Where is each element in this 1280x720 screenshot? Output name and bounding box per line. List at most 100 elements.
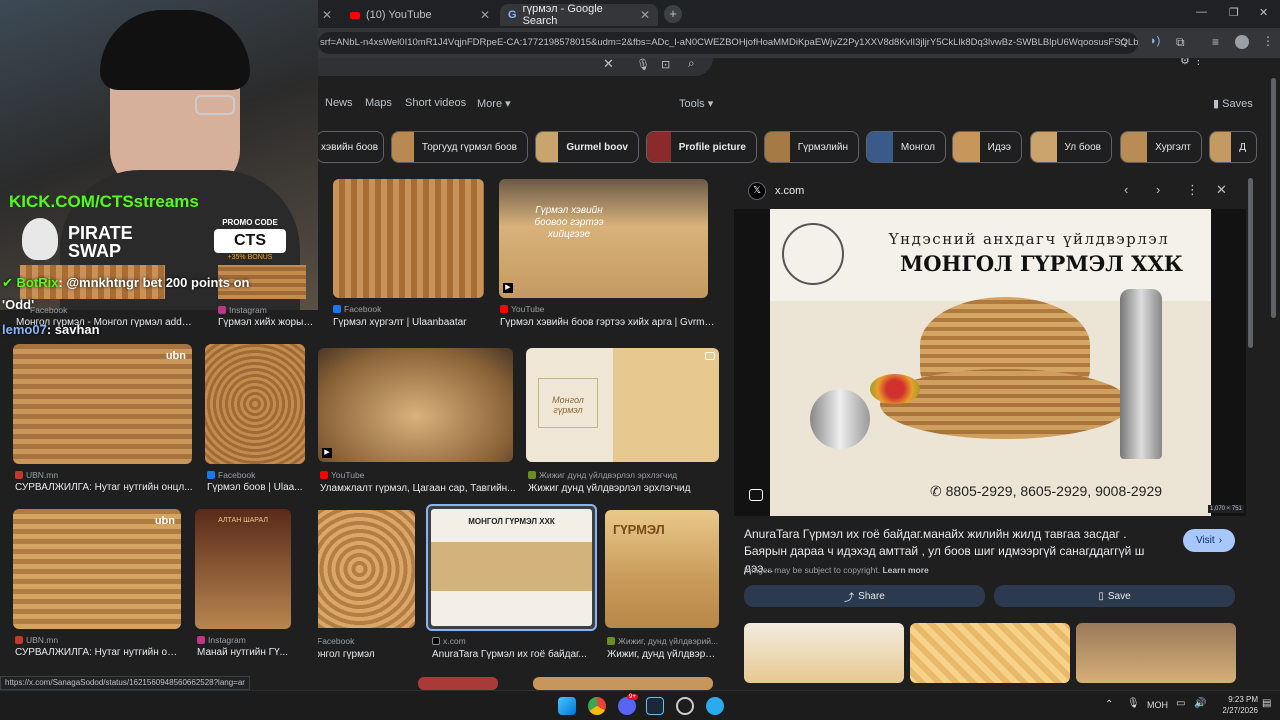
result-image-11[interactable] <box>318 510 415 628</box>
result-source: x.com <box>432 636 466 646</box>
search-icon[interactable]: ⌕ <box>688 58 695 71</box>
result-image-12-selected[interactable]: МОНГОЛ ГҮРМЭЛ ХХК <box>426 504 597 631</box>
result-image-7[interactable]: ▶ <box>318 348 513 462</box>
chip-related-9[interactable]: Д <box>1209 131 1257 163</box>
chrome-icon[interactable] <box>588 697 606 715</box>
gurmel-base <box>880 369 1130 439</box>
nav-news[interactable]: News <box>325 97 353 109</box>
profile-avatar[interactable] <box>1235 35 1249 49</box>
menu-icon[interactable]: ⋮ <box>1262 34 1274 48</box>
page-scrollbar[interactable] <box>1271 78 1276 318</box>
nav-maps[interactable]: Maps <box>365 97 392 109</box>
visit-button[interactable]: Visit › <box>1183 529 1235 552</box>
tray-chevron-icon[interactable]: ⌃ <box>1105 699 1113 710</box>
prev-icon[interactable]: ‹ <box>1124 182 1128 197</box>
result-image-next-row[interactable] <box>533 677 713 690</box>
steam-icon[interactable] <box>646 697 664 715</box>
lens-search-icon[interactable] <box>749 489 763 501</box>
tab-google-search[interactable]: G гүрмэл - Google Search ✕ <box>500 3 658 27</box>
result-caption[interactable]: Жижиг дунд үйлдвэрлэл эрхлэгчид <box>528 483 726 494</box>
result-image-3[interactable] <box>333 179 484 298</box>
taskbar: 9+ ⌃ 🎙 МОН ▭ 🔊 9:23 PM 2/27/2026 ▤ <box>0 690 1280 720</box>
result-image-5[interactable]: ubn <box>13 344 192 464</box>
result-image-6[interactable] <box>205 344 305 464</box>
extension-audio-icon[interactable]: ◗) <box>1150 35 1160 47</box>
result-image-8[interactable]: Монгол гүрмэл <box>526 348 719 462</box>
chip-related-8[interactable]: Хургэлт <box>1120 131 1202 163</box>
more-options-icon[interactable]: ⋮ <box>1186 182 1199 198</box>
result-image-next-row[interactable] <box>418 677 498 690</box>
clear-icon[interactable]: ✕ <box>603 58 614 72</box>
maximize-button[interactable]: ❐ <box>1229 6 1239 19</box>
network-icon[interactable]: ▭ <box>1176 698 1185 709</box>
volume-icon[interactable]: 🔊 <box>1194 698 1206 709</box>
related-image-1[interactable] <box>744 623 904 683</box>
result-caption[interactable]: СУРВАЛЖИЛГА: Нутаг нутгийн он... <box>15 647 180 658</box>
result-caption[interactable]: Монгол гүрмэл <box>318 649 416 660</box>
preview-site[interactable]: x.com <box>775 185 804 197</box>
search-input[interactable]: ✕ 🎙 ⊡ ⌕ <box>318 58 713 76</box>
notifications-icon[interactable]: ▤ <box>1262 698 1271 709</box>
save-button[interactable]: ▯ Save <box>994 585 1235 607</box>
result-source: Instagram <box>197 635 246 645</box>
chip-related-3[interactable]: Profile picture <box>646 131 757 163</box>
url-field[interactable]: srf=ANbL-n4xsWel0I10mR1J4VqjnFDRpeE-CA:1… <box>318 32 1138 54</box>
saves-button[interactable]: ▮ Saves <box>1213 97 1253 110</box>
media-icon[interactable]: ≡ <box>1212 35 1219 49</box>
obs-icon[interactable] <box>676 697 694 715</box>
result-image-4[interactable]: Гүрмэл хэвийн боовоо гэртээ хийцгээе ▶ <box>499 179 708 298</box>
result-image-9[interactable]: ubn <box>13 509 181 629</box>
nav-short-videos[interactable]: Short videos <box>405 97 466 109</box>
result-caption[interactable]: Гүрмэл хүргэлт | Ulaanbaatar <box>333 317 488 328</box>
related-image-3[interactable] <box>1076 623 1236 683</box>
minimize-button[interactable]: — <box>1196 6 1207 18</box>
chip-related-5[interactable]: Монгол <box>866 131 946 163</box>
new-tab-button[interactable]: + <box>664 5 682 23</box>
next-icon[interactable]: › <box>1156 182 1160 197</box>
ubn-icon <box>15 636 23 644</box>
bookmark-icon: ▮ <box>1213 98 1220 110</box>
banner-line2: МОНГОЛ ГҮРМЭЛ ХХК <box>900 251 1183 276</box>
related-image-2[interactable] <box>910 623 1070 683</box>
result-caption[interactable]: Гүрмэл боов | Ulaa... <box>207 482 304 493</box>
chip-related-4[interactable]: Гүрмэлийн <box>764 131 859 163</box>
clock[interactable]: 9:23 PM 2/27/2026 <box>1218 694 1258 716</box>
nav-more[interactable]: More ▾ <box>477 97 511 110</box>
result-image-13[interactable]: ГҮРМЭЛ <box>605 510 719 628</box>
result-caption[interactable]: Жижиг, дунд үйлдвэри... <box>607 649 719 660</box>
telegram-icon[interactable] <box>706 697 724 715</box>
close-tab-icon[interactable]: ✕ <box>640 8 650 22</box>
mic-tray-icon[interactable]: 🎙 <box>1127 698 1140 709</box>
share-button[interactable]: ⤴ Share <box>744 585 985 607</box>
chip-related-0[interactable]: хэвийн боов <box>318 131 384 163</box>
chip-related-7[interactable]: Ул боов <box>1030 131 1112 163</box>
result-caption[interactable]: СУРВАЛЖИЛГА: Нутаг нутгийн онцл... <box>15 482 193 493</box>
chip-related-1[interactable]: Торгууд гүрмэл боов <box>391 131 528 163</box>
close-tab-icon[interactable]: ✕ <box>322 8 332 22</box>
extensions-icon[interactable]: ⧉ <box>1176 35 1185 50</box>
result-image-10[interactable]: АЛТАН ШАРАЛ <box>195 509 291 629</box>
star-icon[interactable]: ☆ <box>1118 35 1129 49</box>
close-window-button[interactable]: ✕ <box>1259 6 1268 19</box>
result-caption[interactable]: Гүрмэл хийх жорын ... <box>218 317 315 328</box>
chip-related-2[interactable]: Gurmel boov <box>535 131 639 163</box>
close-preview-icon[interactable]: ✕ <box>1216 182 1227 198</box>
preview-image[interactable]: Үндэсний анхдагч үйлдвэрлэл МОНГОЛ ГҮРМЭ… <box>770 209 1211 516</box>
learn-more-link[interactable]: Learn more <box>882 565 928 575</box>
result-caption[interactable]: Уламжлалт гүрмэл, Цагаан сар, Тавгийн... <box>320 483 518 494</box>
lens-icon[interactable]: ⊡ <box>661 58 670 71</box>
close-tab-icon[interactable]: ✕ <box>480 8 490 22</box>
chip-related-6[interactable]: Идээ <box>952 131 1022 163</box>
result-caption[interactable]: Гүрмэл хэвийн боов гэртээ хийх арга | Gv… <box>500 317 720 328</box>
silver-teapot <box>810 389 870 449</box>
tools-button[interactable]: Tools ▾ <box>679 97 713 110</box>
preview-scrollbar[interactable] <box>1248 178 1253 348</box>
settings-icon[interactable]: ⚙ ⋮ <box>1180 58 1204 67</box>
windows-start-icon[interactable] <box>558 697 576 715</box>
tab-youtube[interactable]: (10) YouTube ✕ <box>342 4 498 26</box>
language-indicator[interactable]: МОН <box>1147 700 1168 710</box>
instagram-icon <box>197 636 205 644</box>
result-caption[interactable]: AnuraTara Гүрмэл их гоё байдаг... <box>432 649 592 660</box>
result-caption[interactable]: Манай нутгийн ГҮ... <box>197 647 291 658</box>
mic-icon[interactable]: 🎙 <box>636 58 650 71</box>
